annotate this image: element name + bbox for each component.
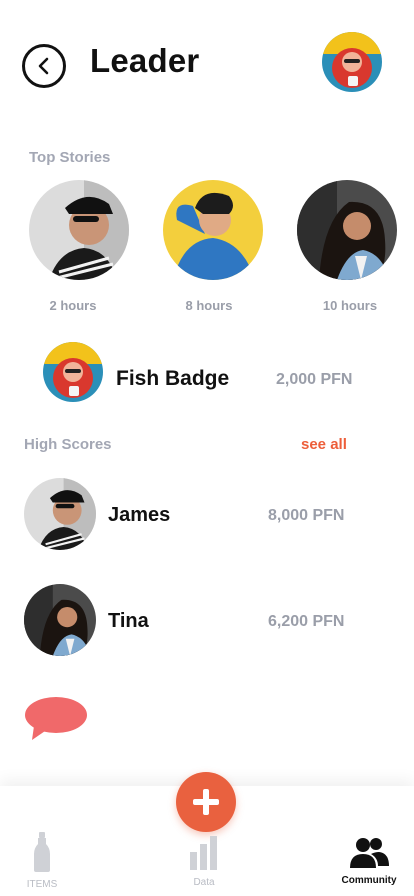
users-icon — [350, 838, 389, 868]
bottle-icon — [34, 832, 50, 872]
score-avatar[interactable] — [24, 478, 96, 550]
story-time: 10 hours — [322, 298, 378, 313]
add-button[interactable] — [176, 772, 236, 832]
story-time: 8 hours — [185, 298, 233, 313]
high-scores-heading: High Scores — [24, 436, 112, 453]
bar-chart-icon — [190, 836, 217, 870]
score-avatar[interactable] — [24, 584, 96, 656]
nav-community-tab[interactable]: Community — [336, 836, 402, 886]
nav-items-tab[interactable]: ITEMS — [12, 832, 72, 890]
badge-avatar — [43, 342, 103, 402]
story-time: 2 hours — [49, 298, 97, 313]
score-amount: 6,200 PFN — [268, 613, 345, 630]
chat-bubble-icon[interactable] — [24, 696, 88, 742]
page-title: Leader — [90, 42, 200, 79]
story-item[interactable] — [29, 180, 129, 280]
plus-icon — [193, 789, 219, 815]
top-stories-heading: Top Stories — [29, 149, 111, 166]
score-name: Tina — [108, 610, 149, 632]
chevron-left-icon — [38, 57, 49, 75]
score-name: James — [108, 504, 171, 526]
nav-items-label: ITEMS — [26, 879, 58, 890]
nav-community-label: Community — [341, 875, 397, 886]
see-all-link[interactable]: see all — [301, 436, 347, 453]
score-amount: 8,000 PFN — [268, 507, 345, 524]
story-item[interactable] — [163, 180, 263, 280]
nav-data-label: Data — [193, 877, 215, 888]
badge-name: Fish Badge — [116, 367, 230, 390]
profile-avatar[interactable] — [322, 32, 382, 92]
story-item[interactable] — [297, 180, 397, 280]
badge-amount: 2,000 PFN — [276, 371, 353, 388]
back-button[interactable] — [22, 44, 66, 88]
nav-data-tab[interactable]: Data — [174, 836, 234, 888]
